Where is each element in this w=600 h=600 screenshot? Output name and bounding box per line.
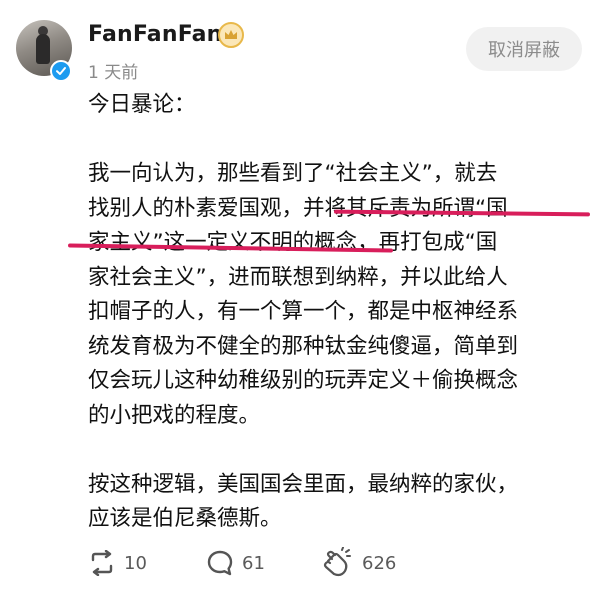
post-line: 统发育极为不健全的那种钛金纯傻逼，简单到: [88, 333, 519, 359]
username[interactable]: FanFanFan: [88, 22, 223, 47]
post-timestamp: 1 天前: [88, 63, 139, 83]
post-line: 的小把戏的程度。: [88, 402, 261, 428]
post-content: 今日暴论： 我一向认为，那些看到了“社会主义”，就去 找别人的朴素爱国观，并将其…: [88, 88, 594, 537]
comment-button[interactable]: 61: [206, 545, 265, 581]
clap-count: 626: [362, 552, 397, 574]
post-paragraph: 今日暴论：: [88, 92, 196, 117]
post-line: 家主义”这一定义不明的概念，再打包成“国: [88, 230, 498, 255]
post-line: 按这种逻辑，美国国会里面，最纳粹的家伙，: [88, 471, 519, 497]
post-line: 我一向认为，那些看到了“社会主义”，就去: [88, 161, 498, 186]
unblock-button[interactable]: 取消屏蔽: [466, 27, 582, 71]
post-line: 家社会主义”，进而联想到纳粹，并以此给人: [88, 264, 508, 290]
post-line: 应该是伯尼桑德斯。: [88, 506, 282, 531]
verified-check-icon: [50, 60, 72, 82]
comment-icon: [207, 550, 233, 576]
repost-count: 10: [124, 552, 147, 574]
post-line: 扣帽子的人，有一个算一个，都是中枢神经系: [88, 299, 519, 324]
post-line: 仅会玩儿这种幼稚级别的玩弄定义＋偷换概念: [88, 368, 519, 393]
clap-icon: [323, 547, 351, 577]
repost-icon: [91, 550, 113, 576]
clap-button[interactable]: 626: [320, 545, 396, 581]
avatar-figure: [36, 34, 50, 64]
comment-count: 61: [242, 552, 265, 574]
crown-badge-icon: [218, 22, 244, 48]
repost-button[interactable]: 10: [88, 545, 147, 581]
